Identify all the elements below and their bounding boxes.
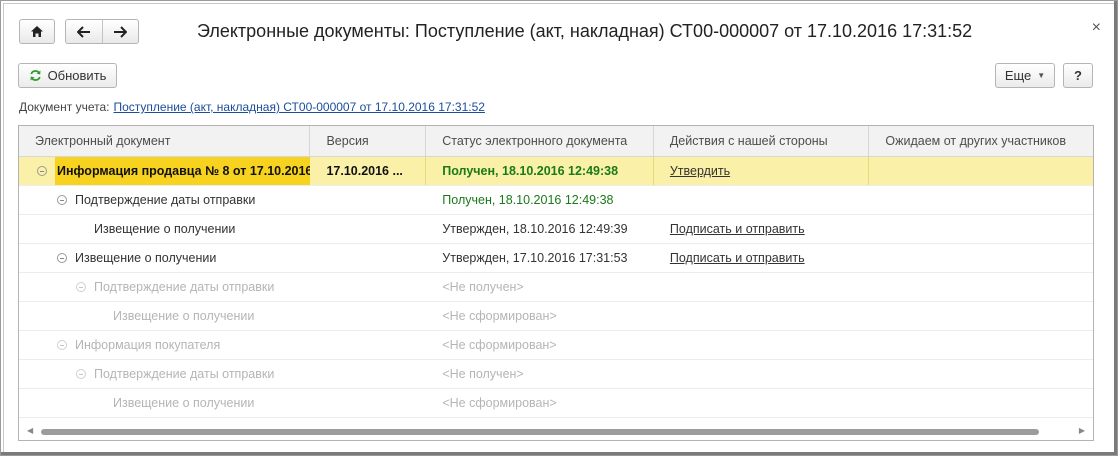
refresh-button[interactable]: Обновить [18,63,117,88]
table-row[interactable]: Извещение о получении <Не сформирован> [19,389,1093,418]
row-status: <Не сформирован> [442,338,557,352]
column-header-waiting[interactable]: Ожидаем от других участников [869,126,1093,157]
refresh-label: Обновить [47,68,107,83]
row-document-name: Подтверждение даты отправки [94,367,275,381]
home-icon [31,26,43,37]
row-waiting [869,360,1093,388]
row-waiting [869,244,1093,272]
table-header: Электронный документ Версия Статус элект… [19,126,1093,157]
row-waiting [869,331,1093,359]
row-action [654,389,870,417]
row-action [654,186,870,214]
history-nav [65,19,139,44]
row-version: 17.10.2016 ... [310,157,427,185]
table-row[interactable]: Подтверждение даты отправки Получен, 18.… [19,186,1093,215]
arrow-right-icon [114,25,128,38]
row-document-name: Извещение о получении [113,396,255,410]
window-title: Электронные документы: Поступление (акт,… [197,21,973,41]
table-row[interactable]: Информация покупателя <Не сформирован> [19,331,1093,360]
row-status: Получен, 18.10.2016 12:49:38 [426,157,654,185]
close-icon[interactable]: × [1092,19,1101,37]
column-header-version[interactable]: Версия [310,126,427,157]
row-version [311,273,427,301]
row-status: Утвержден, 17.10.2016 17:31:53 [442,251,628,265]
row-waiting [869,302,1093,330]
table-row[interactable]: Подтверждение даты отправки <Не получен> [19,273,1093,302]
row-version [311,360,427,388]
window-shadow-right [1114,1,1117,455]
arrow-left-icon [76,25,90,38]
home-button[interactable] [19,19,55,44]
row-document-name: Извещение о получении [94,222,236,236]
approve-link[interactable]: Утвердить [670,164,730,178]
form-window: Электронные документы: Поступление (акт,… [0,0,1118,456]
row-status: <Не сформирован> [442,396,557,410]
scrollbar-thumb[interactable] [41,429,1039,435]
table-row[interactable]: Извещение о получении Утвержден, 18.10.2… [19,215,1093,244]
table-body: Информация продавца № 8 от 17.10.2016 17… [19,157,1093,418]
row-document-name: Извещение о получении [75,251,217,265]
row-status: <Не получен> [442,280,524,294]
column-header-status[interactable]: Статус электронного документа [426,126,654,157]
collapse-icon[interactable] [76,282,86,292]
row-status: <Не получен> [442,367,524,381]
collapse-icon[interactable] [57,195,67,205]
more-button[interactable]: Еще ▼ [995,63,1055,88]
sign-and-send-link[interactable]: Подписать и отправить [670,222,805,236]
column-header-our-actions[interactable]: Действия с нашей стороны [654,126,870,157]
row-waiting [869,273,1093,301]
row-version [311,389,427,417]
row-status: <Не сформирован> [442,309,557,323]
scroll-left-icon[interactable]: ◀ [27,426,33,435]
row-version [310,186,426,214]
forward-button[interactable] [101,20,139,43]
refresh-icon [29,70,41,81]
document-reference: Документ учета: Поступление (акт, накладн… [19,100,485,114]
row-waiting [869,215,1093,243]
table-row[interactable]: Информация продавца № 8 от 17.10.2016 17… [19,157,1093,186]
row-document-name: Информация покупателя [75,338,221,352]
row-document-name: Информация продавца № 8 от 17.10.2016 [55,157,311,185]
row-action [654,302,870,330]
collapse-icon[interactable] [57,340,67,350]
document-reference-label: Документ учета: [19,100,110,114]
row-version [310,244,426,272]
row-document-name: Извещение о получении [113,309,255,323]
row-action [654,360,870,388]
sign-and-send-link[interactable]: Подписать и отправить [670,251,805,265]
row-waiting [869,186,1093,214]
table-row[interactable]: Подтверждение даты отправки <Не получен> [19,360,1093,389]
row-version [311,302,427,330]
collapse-icon[interactable] [76,369,86,379]
row-status: Утвержден, 18.10.2016 12:49:39 [442,222,628,236]
row-version [311,215,427,243]
scroll-right-icon[interactable]: ▶ [1079,426,1085,435]
row-waiting [869,157,1093,185]
more-label: Еще [1004,68,1032,83]
collapse-icon[interactable] [57,253,67,263]
back-button[interactable] [66,20,102,43]
help-button[interactable]: ? [1063,63,1093,88]
row-document-name: Подтверждение даты отправки [94,280,275,294]
row-status: Получен, 18.10.2016 12:49:38 [442,193,614,207]
horizontal-scrollbar[interactable]: ◀ ▶ [19,424,1093,440]
row-version [310,331,426,359]
row-waiting [869,389,1093,417]
column-header-document[interactable]: Электронный документ [19,126,311,157]
row-action [654,273,870,301]
row-action [654,331,870,359]
dropdown-arrow-icon: ▼ [1037,71,1046,80]
table-row[interactable]: Извещение о получении Утвержден, 17.10.2… [19,244,1093,273]
window-shadow-bottom [1,452,1117,455]
document-reference-link[interactable]: Поступление (акт, накладная) СТ00-000007… [113,100,484,114]
collapse-icon[interactable] [37,166,47,176]
row-document-name: Подтверждение даты отправки [75,193,256,207]
table-row[interactable]: Извещение о получении <Не сформирован> [19,302,1093,331]
documents-table: Электронный документ Версия Статус элект… [18,125,1094,441]
